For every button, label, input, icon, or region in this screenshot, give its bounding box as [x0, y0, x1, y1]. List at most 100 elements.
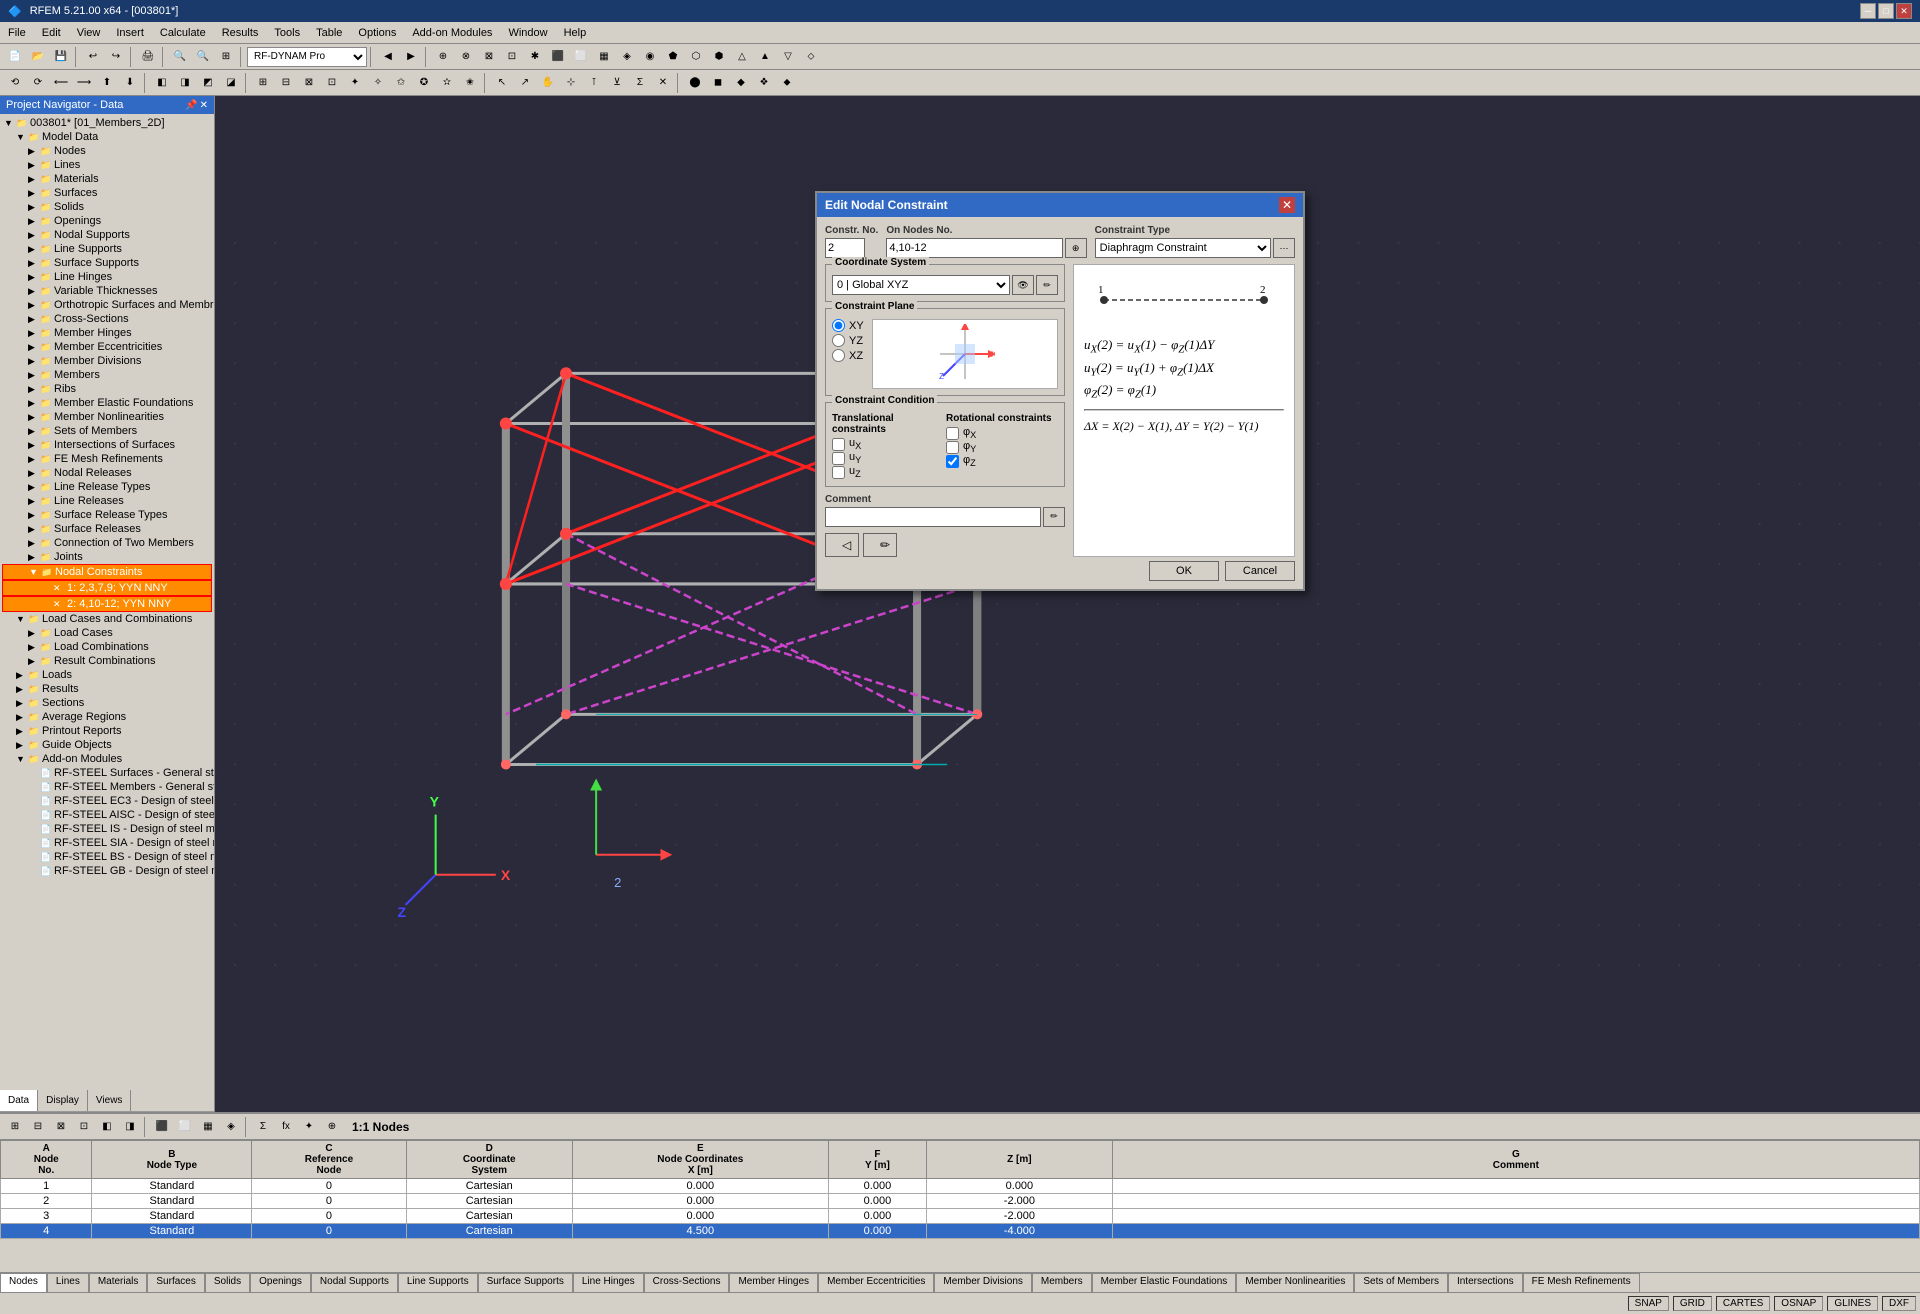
tb2-btn-12[interactable]: ⊟: [275, 72, 297, 94]
tb2-btn-11[interactable]: ⊞: [252, 72, 274, 94]
checkbox-phiX[interactable]: φX: [946, 426, 1058, 440]
tree-item-22[interactable]: ▶📁Sets of Members: [2, 424, 212, 438]
tb2-btn-28[interactable]: ◆: [730, 72, 752, 94]
zoom-out-button[interactable]: 🔍: [192, 46, 214, 68]
menu-edit[interactable]: Edit: [34, 25, 69, 41]
tb2-btn-15[interactable]: ✦: [344, 72, 366, 94]
tb2-btn-17[interactable]: ✩: [390, 72, 412, 94]
uy-checkbox[interactable]: [832, 452, 845, 465]
tree-item-6[interactable]: ▶📁Solids: [2, 200, 212, 214]
module-combo[interactable]: RF-DYNAM Pro: [247, 47, 367, 67]
tree-item-4[interactable]: ▶📁Materials: [2, 172, 212, 186]
menu-window[interactable]: Window: [500, 25, 555, 41]
tb2-btn-26[interactable]: ⬤: [684, 72, 706, 94]
tree-item-5[interactable]: ▶📁Surfaces: [2, 186, 212, 200]
tb-btn-12[interactable]: ⬡: [685, 46, 707, 68]
tb2-btn-27[interactable]: ◼: [707, 72, 729, 94]
tree-item-38[interactable]: ▶📁Result Combinations: [2, 654, 212, 668]
coord-system-view-button[interactable]: 👁: [1012, 275, 1034, 295]
tb-btn-4[interactable]: ⊡: [501, 46, 523, 68]
table-tab-intersections[interactable]: Intersections: [1448, 1273, 1523, 1292]
tb2-btn-7[interactable]: ◧: [151, 72, 173, 94]
bt-btn-8[interactable]: ⬜: [174, 1116, 196, 1138]
table-tab-lines[interactable]: Lines: [47, 1273, 89, 1292]
new-button[interactable]: 📄: [4, 46, 26, 68]
ok-button[interactable]: OK: [1149, 561, 1219, 581]
bt-btn-10[interactable]: ◈: [220, 1116, 242, 1138]
tree-item-46[interactable]: 📄RF-STEEL Surfaces - General stress...: [2, 766, 212, 780]
tree-item-32[interactable]: ▼📁Nodal Constraints: [2, 564, 212, 580]
tree-item-47[interactable]: 📄RF-STEEL Members - General stres...: [2, 780, 212, 794]
tree-item-17[interactable]: ▶📁Member Divisions: [2, 354, 212, 368]
tree-item-42[interactable]: ▶📁Average Regions: [2, 710, 212, 724]
tb-btn-8[interactable]: ▦: [593, 46, 615, 68]
tree-item-50[interactable]: 📄RF-STEEL IS - Design of steel mem...: [2, 822, 212, 836]
bt-btn-5[interactable]: ◧: [96, 1116, 118, 1138]
tree-item-19[interactable]: ▶📁Ribs: [2, 382, 212, 396]
minimize-button[interactable]: ─: [1860, 3, 1876, 19]
tb-btn-16[interactable]: ▽: [777, 46, 799, 68]
comment-edit-button[interactable]: ✏: [1043, 507, 1065, 527]
tb2-btn-3[interactable]: ⟵: [50, 72, 72, 94]
nav-tab-display[interactable]: Display: [38, 1090, 88, 1111]
open-button[interactable]: 📂: [27, 46, 49, 68]
tree-item-11[interactable]: ▶📁Line Hinges: [2, 270, 212, 284]
prev-button[interactable]: ◁: [825, 533, 859, 557]
phiX-checkbox[interactable]: [946, 427, 959, 440]
cancel-button[interactable]: Cancel: [1225, 561, 1295, 581]
tree-item-48[interactable]: 📄RF-STEEL EC3 - Design of steel me...: [2, 794, 212, 808]
tb2-btn-5[interactable]: ⬆: [96, 72, 118, 94]
tree-item-18[interactable]: ▶📁Members: [2, 368, 212, 382]
tb2-btn-9[interactable]: ◩: [197, 72, 219, 94]
tb2-btn-2[interactable]: ⟳: [27, 72, 49, 94]
table-row[interactable]: 3Standard0Cartesian0.0000.000-2.000: [1, 1209, 1920, 1224]
table-tab-nodes[interactable]: Nodes: [0, 1273, 47, 1292]
tb2-btn-24[interactable]: Σ: [629, 72, 651, 94]
table-tab-member-hinges[interactable]: Member Hinges: [729, 1273, 818, 1292]
tree-item-31[interactable]: ▶📁Joints: [2, 550, 212, 564]
tree-item-40[interactable]: ▶📁Results: [2, 682, 212, 696]
undo-button[interactable]: ↩: [82, 46, 104, 68]
menu-table[interactable]: Table: [308, 25, 350, 41]
tree-item-33[interactable]: ✕1: 2,3,7,9; YYN NNY: [2, 580, 212, 596]
tb-btn-1[interactable]: ⊕: [432, 46, 454, 68]
tree-item-41[interactable]: ▶📁Sections: [2, 696, 212, 710]
tb-btn-13[interactable]: ⬢: [708, 46, 730, 68]
bt-btn-14[interactable]: ⊕: [321, 1116, 343, 1138]
tree-item-23[interactable]: ▶📁Intersections of Surfaces: [2, 438, 212, 452]
tree-item-16[interactable]: ▶📁Member Eccentricities: [2, 340, 212, 354]
tree-item-8[interactable]: ▶📁Nodal Supports: [2, 228, 212, 242]
tree-item-21[interactable]: ▶📁Member Nonlinearities: [2, 410, 212, 424]
menu-help[interactable]: Help: [556, 25, 595, 41]
bt-btn-2[interactable]: ⊟: [27, 1116, 49, 1138]
table-row[interactable]: 4Standard0Cartesian4.5000.000-4.000: [1, 1224, 1920, 1239]
table-tab-solids[interactable]: Solids: [205, 1273, 250, 1292]
uz-checkbox[interactable]: [832, 466, 845, 479]
tb2-btn-8[interactable]: ◨: [174, 72, 196, 94]
tree-item-24[interactable]: ▶📁FE Mesh Refinements: [2, 452, 212, 466]
tb2-btn-23[interactable]: ⊻: [606, 72, 628, 94]
tb2-btn-22[interactable]: ⊺: [583, 72, 605, 94]
tree-item-52[interactable]: 📄RF-STEEL BS - Design of steel me...: [2, 850, 212, 864]
table-tab-materials[interactable]: Materials: [89, 1273, 148, 1292]
radio-yz[interactable]: YZ: [832, 334, 864, 347]
dialog-title-bar[interactable]: Edit Nodal Constraint ✕: [817, 193, 1303, 217]
table-tab-nodal-supports[interactable]: Nodal Supports: [311, 1273, 398, 1292]
panel-close-button[interactable]: ✕: [200, 100, 208, 111]
tb-btn-14[interactable]: △: [731, 46, 753, 68]
table-tab-line-hinges[interactable]: Line Hinges: [573, 1273, 644, 1292]
tb2-btn-10[interactable]: ◪: [220, 72, 242, 94]
tree-item-26[interactable]: ▶📁Line Release Types: [2, 480, 212, 494]
status-item-snap[interactable]: SNAP: [1628, 1296, 1669, 1311]
tree-item-44[interactable]: ▶📁Guide Objects: [2, 738, 212, 752]
constraint-type-select[interactable]: Diaphragm Constraint: [1095, 238, 1271, 258]
menu-view[interactable]: View: [69, 25, 109, 41]
checkbox-phiY[interactable]: φY: [946, 440, 1058, 454]
tree-item-34[interactable]: ✕2: 4,10-12; YYN NNY: [2, 596, 212, 612]
tree-item-7[interactable]: ▶📁Openings: [2, 214, 212, 228]
tree-item-9[interactable]: ▶📁Line Supports: [2, 242, 212, 256]
tb2-btn-6[interactable]: ⬇: [119, 72, 141, 94]
coord-system-edit-button[interactable]: ✏: [1036, 275, 1058, 295]
on-nodes-pick-button[interactable]: ⊕: [1065, 238, 1087, 258]
menu-calculate[interactable]: Calculate: [152, 25, 214, 41]
